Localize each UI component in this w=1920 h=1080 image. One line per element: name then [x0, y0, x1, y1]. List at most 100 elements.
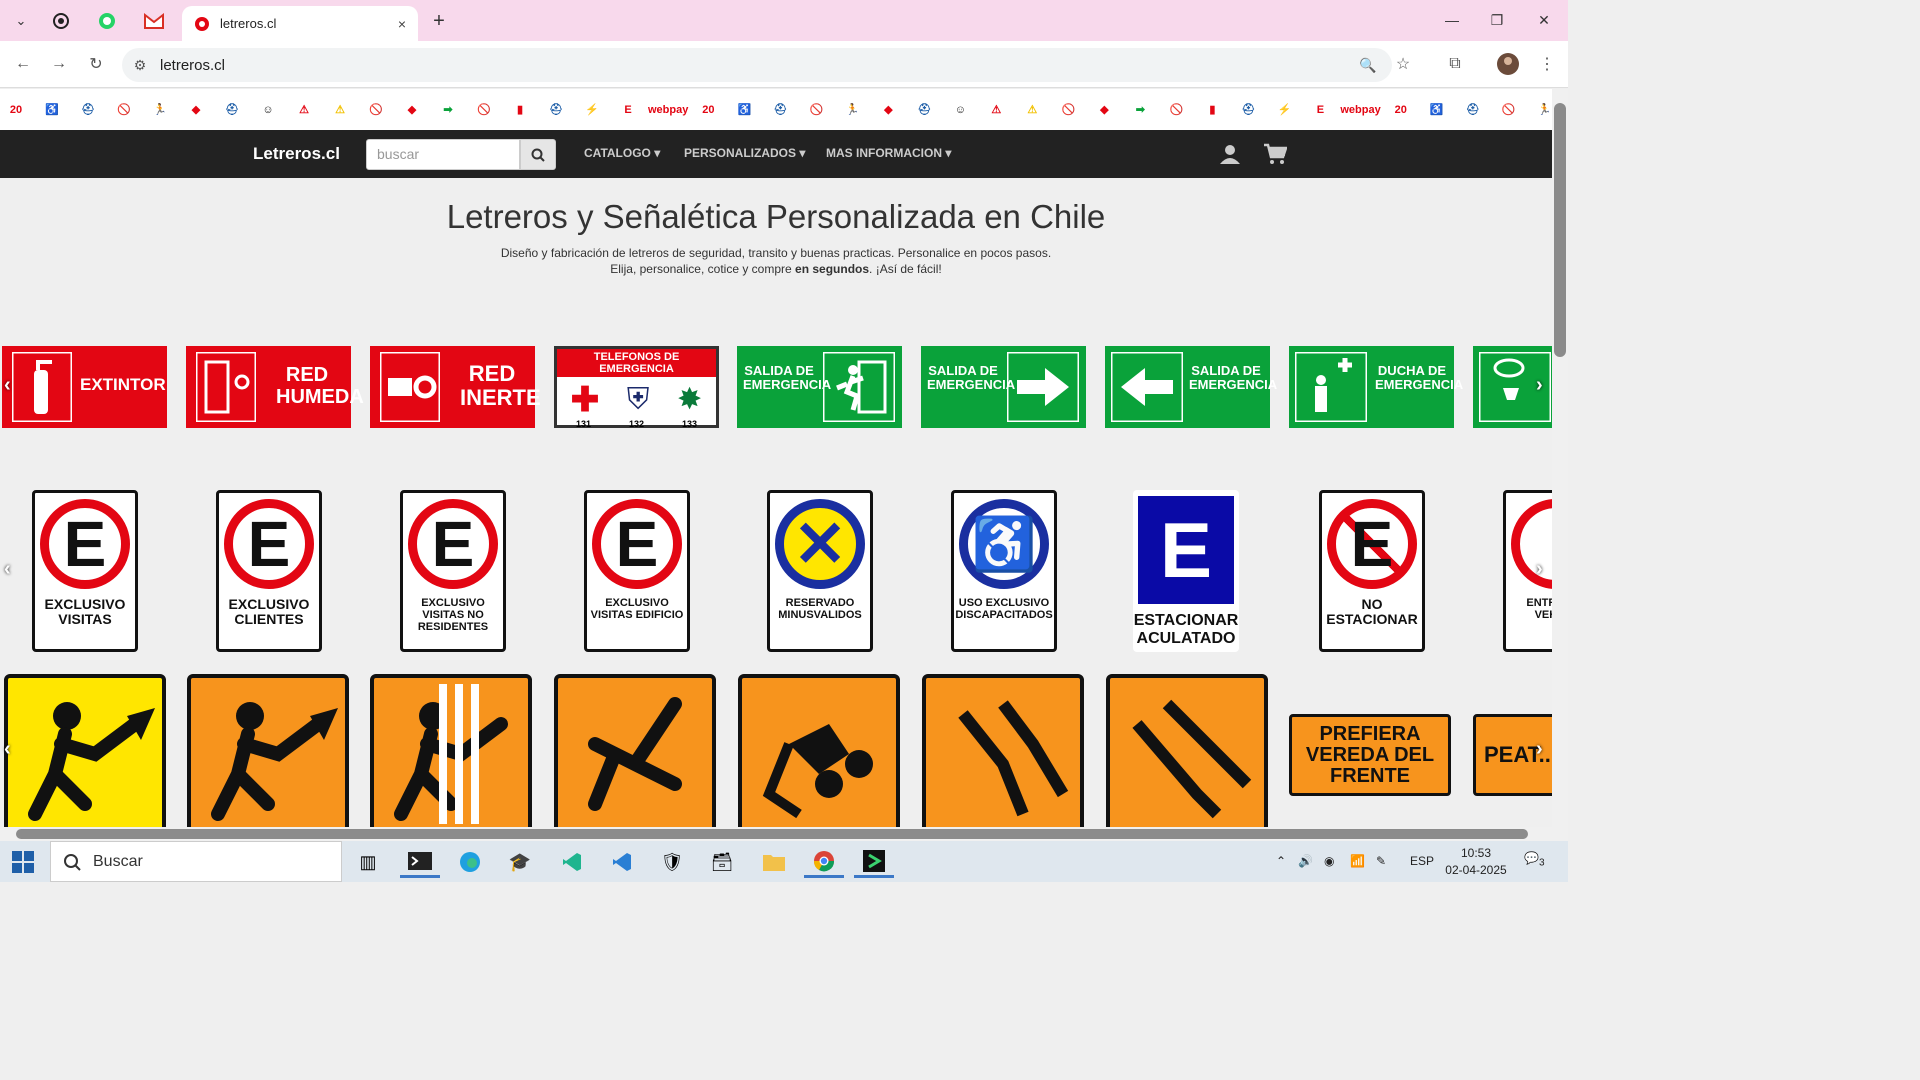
sign-salida-emergencia-right[interactable]: SALIDA DE EMERGENCIA [921, 346, 1086, 428]
terminal-app-icon[interactable] [400, 846, 440, 878]
tab-letreros[interactable]: letreros.cl × [182, 6, 418, 41]
sign-salida-emergencia-left[interactable]: SALIDA DE EMERGENCIA [1105, 346, 1277, 428]
chrome-app-icon[interactable] [804, 846, 844, 878]
flagger-icon [588, 697, 682, 811]
menu-personalizados[interactable]: PERSONALIZADOS ▾ [684, 146, 805, 160]
search-icon [64, 853, 81, 871]
menu-catalogo[interactable]: CATALOGO ▾ [584, 146, 660, 160]
address-bar[interactable]: ⚙ letreros.cl 🔍 [122, 48, 1392, 82]
sign-label: ESTACIONAR ACULATADO [1133, 612, 1239, 647]
sign-parking[interactable]: ♿ USO EXCLUSIVO DISCAPACITADOS [951, 490, 1057, 652]
vscode-icon[interactable] [602, 846, 642, 878]
zoom-icon[interactable]: 🔍 [1358, 55, 1378, 75]
sign-parking[interactable]: E ESTACIONAR ACULATADO [1133, 490, 1239, 652]
sign-parking[interactable]: E EXCLUSIVO CLIENTES [216, 490, 322, 652]
search-button[interactable] [520, 139, 556, 170]
strip-sign-icon: 🏃 [153, 104, 167, 116]
app-green-icon[interactable] [854, 846, 894, 878]
menu-dots-icon[interactable]: ⋮ [1534, 51, 1560, 77]
volume-icon[interactable]: 🔊 [1298, 854, 1313, 868]
pinned-tab-openai[interactable] [46, 8, 76, 34]
minimize-icon[interactable]: — [1432, 6, 1472, 34]
sign-red-humeda[interactable]: RED HUMEDA [186, 346, 364, 428]
vertical-scrollbar[interactable] [1552, 89, 1568, 827]
horizontal-scrollbar[interactable] [0, 827, 1568, 841]
carousel-next-icon[interactable]: › [1536, 374, 1543, 397]
sign-parking[interactable]: E EXCLUSIVO VISITAS NO RESIDENTES [400, 490, 506, 652]
sign-parking[interactable]: E NO ESTACIONAR [1319, 490, 1425, 652]
carousel-next-icon[interactable]: › [1536, 738, 1543, 761]
sign-flagger[interactable] [554, 674, 716, 827]
parking-symbol-icon: ✕ [775, 499, 865, 589]
strip-sign-icon: webpay [648, 103, 689, 116]
sign-telefonos-emergencia[interactable]: TELEFONOS DE EMERGENCIA ✚ ⛨ ✸ 131 132 13… [554, 346, 719, 429]
sign-red-inerte[interactable]: RED INERTE [370, 346, 541, 428]
windows-start-icon[interactable] [12, 851, 34, 873]
sign-prefiera-vereda[interactable]: PREFIERA VEREDA DEL FRENTE [1289, 714, 1451, 796]
strip-sign-icon: 🚫 [1501, 104, 1516, 116]
taskbar-clock[interactable]: 10:53 02-04-2025 [1440, 845, 1512, 879]
parking-symbol-icon: E [1327, 499, 1417, 589]
wifi-icon[interactable]: 📶 [1350, 854, 1365, 868]
parking-symbol-icon: E [1138, 496, 1234, 604]
carousel-next-icon[interactable]: › [1536, 558, 1543, 581]
sign-parking[interactable]: E EXCLUSIVO VISITAS EDIFICIO [584, 490, 690, 652]
back-icon[interactable]: ← [10, 51, 36, 77]
extensions-icon[interactable]: ⧉ [1442, 51, 1468, 77]
sign-worker-barrier[interactable] [370, 674, 532, 827]
vertical-scroll-thumb[interactable] [1554, 103, 1566, 357]
profile-avatar[interactable] [1495, 51, 1521, 77]
close-window-icon[interactable]: ✕ [1524, 6, 1564, 34]
horizontal-scroll-thumb[interactable] [16, 829, 1528, 839]
carousel-prev-icon[interactable]: ‹ [4, 374, 11, 397]
phone-number: 133 [681, 419, 698, 429]
new-tab-button[interactable]: + [426, 8, 452, 34]
pinned-tab-whatsapp[interactable] [92, 8, 122, 34]
vscode-insiders-icon[interactable] [552, 846, 592, 878]
app-hat-icon[interactable]: 🎓 [500, 846, 540, 878]
search-input[interactable]: buscar [366, 139, 520, 170]
menu-mas-informacion[interactable]: MAS INFORMACION ▾ [826, 146, 951, 160]
sign-parking[interactable]: ENTR... D... VEHIC... [1503, 490, 1552, 652]
input-language[interactable]: ESP [1410, 854, 1434, 868]
cart-icon[interactable] [1261, 141, 1289, 167]
sign-salida-emergencia-person[interactable]: SALIDA DE EMERGENCIA [737, 346, 902, 428]
forward-icon[interactable]: → [46, 51, 72, 77]
task-view-icon[interactable]: ▥ [348, 846, 388, 878]
user-icon[interactable] [1216, 141, 1244, 167]
file-explorer-icon[interactable] [754, 846, 794, 878]
strip-sign-icon: webpay [1340, 103, 1381, 116]
sign-worker-yellow[interactable] [4, 674, 166, 827]
sign-road-narrows-2[interactable] [1106, 674, 1268, 827]
notifications-icon[interactable]: 💬3 [1524, 851, 1545, 868]
carousel-prev-icon[interactable]: ‹ [4, 558, 11, 581]
pinned-tab-gmail[interactable] [139, 8, 169, 34]
parking-symbol-icon: E [592, 499, 682, 589]
hero-subtitle-2: Elija, personalice, cotice y compre en s… [610, 262, 942, 276]
red-cross-icon: ✚ [570, 381, 600, 419]
close-tab-icon[interactable]: × [392, 16, 412, 32]
site-brand[interactable]: Letreros.cl [253, 144, 340, 164]
app-box-icon[interactable]: 🗃 [702, 846, 742, 878]
edge-app-icon[interactable] [450, 846, 490, 878]
sign-extintor[interactable]: EXTINTOR [2, 346, 167, 428]
chrome-tray-icon[interactable]: ◉ [1324, 854, 1334, 868]
reload-icon[interactable]: ↻ [83, 51, 109, 77]
strip-sign-icon: ➡ [443, 104, 453, 116]
pen-icon[interactable]: ✎ [1376, 854, 1386, 868]
sign-worker-orange[interactable] [187, 674, 349, 827]
taskbar-search-box[interactable]: Buscar [50, 841, 342, 882]
sign-parking[interactable]: ✕ RESERVADO MINUSVALIDOS [767, 490, 873, 652]
sign-parking[interactable]: E EXCLUSIVO VISITAS [32, 490, 138, 652]
sign-road-narrows[interactable] [922, 674, 1084, 827]
tab-search-chevron-icon[interactable]: ⌄ [8, 8, 34, 34]
site-info-icon[interactable]: ⚙ [130, 55, 150, 75]
bookmark-star-icon[interactable]: ☆ [1390, 51, 1416, 77]
sign-machinery[interactable] [738, 674, 900, 827]
tray-chevron-icon[interactable]: ⌃ [1276, 854, 1286, 868]
carousel-prev-icon[interactable]: ‹ [4, 738, 11, 761]
restore-icon[interactable]: ❐ [1477, 6, 1517, 34]
app-shield-icon[interactable]: 🛡 [652, 846, 692, 878]
parking-symbol-icon: E [224, 499, 314, 589]
sign-ducha-emergencia[interactable]: DUCHA DE EMERGENCIA [1289, 346, 1463, 428]
